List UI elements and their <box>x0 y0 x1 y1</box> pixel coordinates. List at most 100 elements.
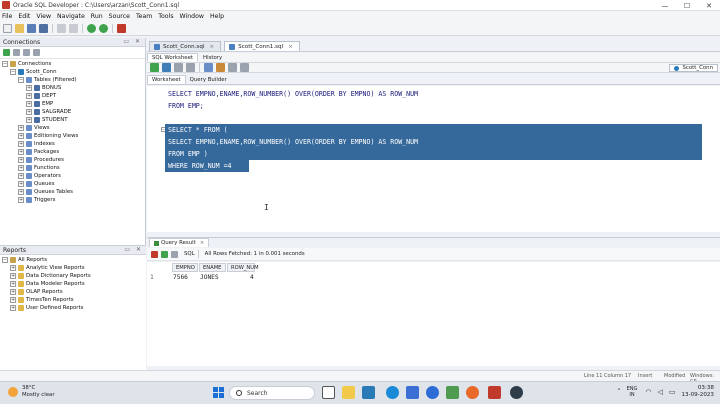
reports-tree-node[interactable]: + Analytic View Reports <box>0 264 146 272</box>
format-icon[interactable] <box>240 63 249 72</box>
autotrace-icon[interactable] <box>216 63 225 72</box>
spreadsheet-icon[interactable] <box>446 386 459 399</box>
expand-icon[interactable]: + <box>10 265 16 271</box>
expand-icon[interactable]: + <box>26 117 32 123</box>
chrome-browser-icon[interactable] <box>426 386 439 399</box>
connections-tree-node[interactable]: + Procedures <box>0 156 145 164</box>
connections-tree-node[interactable]: + Functions <box>0 164 145 172</box>
add-connection-icon[interactable] <box>3 49 10 56</box>
reports-tree-node[interactable]: + Data Modeler Reports <box>0 280 146 288</box>
language-indicator[interactable]: ENG IN <box>627 386 638 398</box>
close-tab-icon[interactable]: × <box>288 44 293 50</box>
menu-navigate[interactable]: Navigate <box>57 13 85 20</box>
tab-scott-conn-sql[interactable]: Scott_Conn.sql × <box>149 41 222 51</box>
sql-editor[interactable]: − SELECT EMPNO,ENAME,ROW_NUMBER() OVER(O… <box>147 86 720 232</box>
connections-tree-node[interactable]: + STUDENT <box>0 116 145 124</box>
battery-icon[interactable]: ▭ <box>669 388 676 396</box>
expand-icon[interactable]: + <box>10 273 16 279</box>
clear-icon[interactable] <box>228 63 237 72</box>
store-icon[interactable] <box>406 386 419 399</box>
expand-icon[interactable]: + <box>26 93 32 99</box>
expand-icon[interactable]: + <box>10 281 16 287</box>
expand-icon[interactable]: + <box>18 189 24 195</box>
menu-tools[interactable]: Tools <box>158 13 173 20</box>
connections-tree-node[interactable]: − Tables (Filtered) <box>0 76 145 84</box>
expand-icon[interactable]: + <box>18 197 24 203</box>
reports-tree-node[interactable]: + Data Dictionary Reports <box>0 272 146 280</box>
pin-icon[interactable] <box>151 250 158 258</box>
column-header-ename[interactable]: ENAME <box>199 263 226 272</box>
code-line[interactable]: WHERE ROW_NUM =4 <box>165 160 249 172</box>
app-taskbar-icon[interactable] <box>510 386 523 399</box>
windows-start-icon[interactable] <box>213 387 225 399</box>
schema-browser-icon[interactable] <box>33 49 40 56</box>
expand-icon[interactable]: + <box>18 157 24 163</box>
code-line[interactable]: FROM EMP ) <box>165 148 702 160</box>
oracle-taskbar-icon[interactable] <box>488 386 501 399</box>
menu-window[interactable]: Window <box>180 13 204 20</box>
code-line[interactable] <box>165 112 168 124</box>
rollback-icon[interactable] <box>186 63 195 72</box>
panel-controls[interactable]: ▭ ✕ <box>124 246 143 253</box>
connections-tree-node[interactable]: + BONUS <box>0 84 145 92</box>
menu-source[interactable]: Source <box>109 13 130 20</box>
connection-selector[interactable]: Scott_Conn <box>669 64 718 72</box>
close-tab-icon[interactable]: × <box>209 44 214 50</box>
redo-icon[interactable] <box>69 24 78 33</box>
expand-icon[interactable]: + <box>26 109 32 115</box>
expand-icon[interactable]: + <box>26 85 32 91</box>
maximize-button[interactable]: ☐ <box>676 0 698 11</box>
firefox-icon[interactable] <box>466 386 479 399</box>
connections-tree-node[interactable]: + Views <box>0 124 145 132</box>
connections-tree-node[interactable]: + Queues <box>0 180 145 188</box>
mail-icon[interactable] <box>362 386 375 399</box>
sql-link[interactable]: SQL <box>184 251 195 257</box>
file-explorer-icon[interactable] <box>342 386 355 399</box>
commit-icon[interactable] <box>174 63 183 72</box>
expand-icon[interactable]: + <box>18 165 24 171</box>
expand-icon[interactable]: + <box>26 101 32 107</box>
export-icon[interactable] <box>171 250 178 258</box>
cell-row-num[interactable]: 4 <box>250 273 254 281</box>
volume-icon[interactable]: ◁ <box>657 388 662 396</box>
refresh-icon[interactable] <box>13 49 20 56</box>
column-header-empno[interactable]: EMPNO <box>172 263 198 272</box>
menu-help[interactable]: Help <box>210 13 224 20</box>
panel-controls[interactable]: ▭ ✕ <box>123 38 142 45</box>
run-statement-icon[interactable] <box>150 63 159 72</box>
code-line[interactable]: SELECT EMPNO,ENAME,ROW_NUMBER() OVER(ORD… <box>165 88 418 100</box>
code-line[interactable]: FROM EMP; <box>165 100 204 112</box>
tab-history[interactable]: History <box>198 53 227 62</box>
minimize-button[interactable]: — <box>654 0 676 11</box>
expand-icon[interactable]: + <box>18 181 24 187</box>
connections-tree-node[interactable]: + Triggers <box>0 196 145 204</box>
expand-icon[interactable]: + <box>18 149 24 155</box>
run-script-icon[interactable] <box>162 63 171 72</box>
collapse-icon[interactable]: − <box>2 257 8 263</box>
expand-icon[interactable]: + <box>10 289 16 295</box>
collapse-icon[interactable]: − <box>2 61 8 67</box>
reports-tree-node[interactable]: − All Reports <box>0 256 146 264</box>
cell-ename[interactable]: JONES <box>200 273 219 281</box>
wifi-icon[interactable]: ◠ <box>645 388 651 396</box>
reports-tree-node[interactable]: + TimesTen Reports <box>0 296 146 304</box>
connections-tree-node[interactable]: + EMP <box>0 100 145 108</box>
menu-run[interactable]: Run <box>91 13 103 20</box>
save-all-icon[interactable] <box>39 24 48 33</box>
new-file-icon[interactable] <box>3 24 12 33</box>
back-icon[interactable] <box>87 24 96 33</box>
connections-tree-node[interactable]: + Packages <box>0 148 145 156</box>
save-icon[interactable] <box>27 24 36 33</box>
collapse-icon[interactable]: − <box>18 77 24 83</box>
menu-edit[interactable]: Edit <box>18 13 30 20</box>
tab-scott-conn1-sql[interactable]: Scott_Conn1.sql × <box>224 41 300 51</box>
tab-query-result[interactable]: Query Result × <box>149 238 210 247</box>
explain-plan-icon[interactable] <box>204 63 213 72</box>
connections-tree-node[interactable]: − Scott_Conn <box>0 68 145 76</box>
tab-sql-worksheet[interactable]: SQL Worksheet <box>147 53 199 62</box>
connections-tree-node[interactable]: + Indexes <box>0 140 145 148</box>
connections-tree-node[interactable]: + Operators <box>0 172 145 180</box>
expand-icon[interactable]: + <box>18 141 24 147</box>
sql-developer-icon[interactable] <box>117 24 126 33</box>
expand-icon[interactable]: + <box>18 125 24 131</box>
